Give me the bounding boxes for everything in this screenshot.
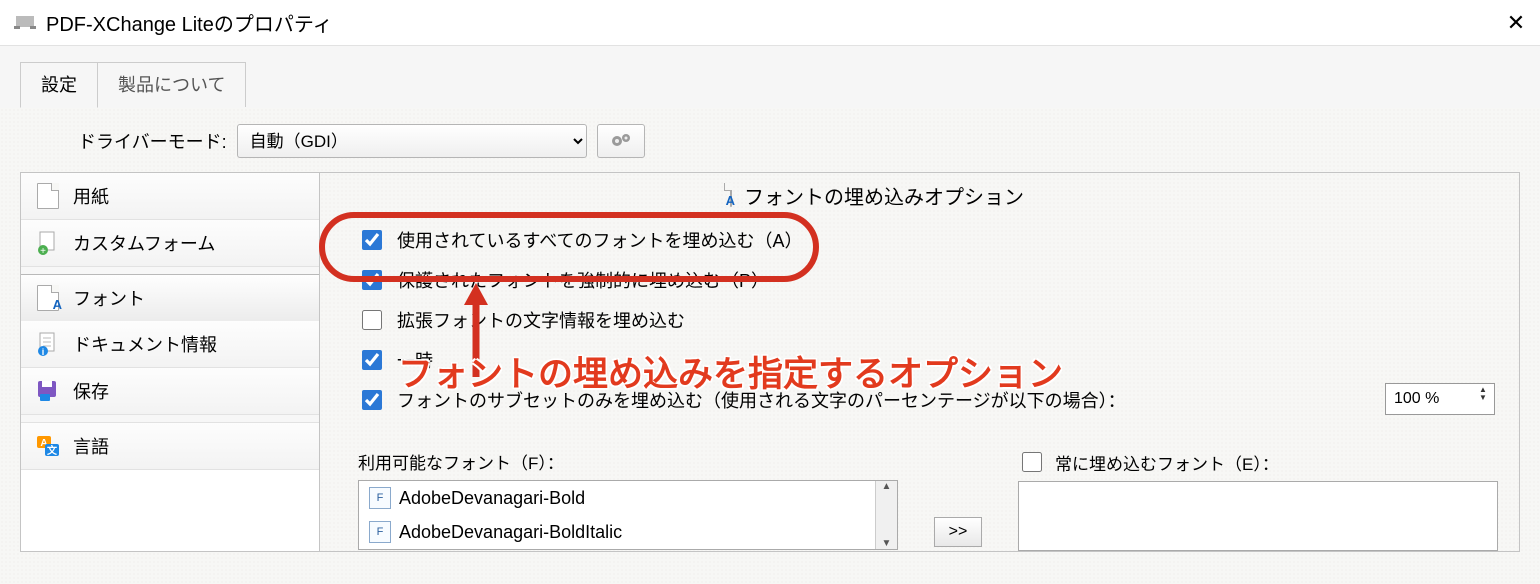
driver-mode-row: ドライバーモード: 自動（GDI） xyxy=(20,114,1520,172)
app-icon xyxy=(14,14,36,32)
sidebar-item-fonts[interactable]: A フォント xyxy=(20,274,320,322)
svg-text:+: + xyxy=(40,246,46,256)
sidebar-item-label: カスタムフォーム xyxy=(73,230,215,256)
sidebar-item-custom-forms[interactable]: + カスタムフォーム xyxy=(21,220,319,267)
subset-percent-wrap: 100 % ▲ ▼ xyxy=(1385,383,1495,415)
check-temp[interactable] xyxy=(362,350,382,370)
close-button[interactable]: ✕ xyxy=(1500,7,1532,39)
check-subset-row: フォントのサブセットのみを埋め込む（使用される文字のパーセンテージが以下の場合）… xyxy=(358,380,1519,420)
sidebar-item-doc-info[interactable]: i ドキュメント情報 xyxy=(21,321,319,368)
paper-icon xyxy=(35,183,61,209)
check-extended-info[interactable] xyxy=(362,310,382,330)
available-fonts-column: 利用可能なフォント（F）： F AdobeDevanagari-Bold F A… xyxy=(358,449,898,551)
check-label: フォントのサブセットのみを埋め込む（使用される文字のパーセンテージが以下の場合）… xyxy=(397,387,1126,413)
spinner-down-icon[interactable]: ▼ xyxy=(1474,394,1492,402)
sidebar-item-paper[interactable]: 用紙 xyxy=(21,173,319,220)
font-icon: A xyxy=(730,184,732,207)
always-embed-list[interactable] xyxy=(1018,481,1498,551)
tab-about[interactable]: 製品について xyxy=(97,62,246,107)
svg-text:i: i xyxy=(42,347,45,357)
font-file-icon: F xyxy=(369,521,391,543)
check-subset[interactable] xyxy=(362,390,382,410)
gear-icon xyxy=(609,131,633,151)
check-temp-row: 一時 xyxy=(358,340,1519,380)
subset-percent-input[interactable]: 100 % ▲ ▼ xyxy=(1385,383,1495,415)
window-title: PDF-XChange Liteのプロパティ xyxy=(46,8,333,37)
tab-strip: 設定 製品について xyxy=(0,46,1540,107)
move-right-button[interactable]: >> xyxy=(934,517,982,547)
fonts-settings-panel: A フォントの埋め込みオプション 使用されているすべてのフォントを埋め込む（A）… xyxy=(320,172,1520,552)
panel-header: A フォントの埋め込みオプション xyxy=(320,173,1519,220)
title-bar: PDF-XChange Liteのプロパティ ✕ xyxy=(0,0,1540,46)
check-force-protected[interactable] xyxy=(362,270,382,290)
always-embed-column: 常に埋め込むフォント（E）： xyxy=(1018,449,1498,551)
sidebar-item-label: フォント xyxy=(73,285,145,311)
save-icon xyxy=(35,378,61,404)
available-fonts-label: 利用可能なフォント（F）： xyxy=(358,449,898,480)
tab-settings[interactable]: 設定 xyxy=(20,62,98,108)
move-buttons: >> xyxy=(934,517,982,551)
sidebar-item-save[interactable]: 保存 xyxy=(21,368,319,415)
scrollbar[interactable]: ▲▼ xyxy=(875,481,897,549)
check-always-embed-header[interactable] xyxy=(1022,452,1042,472)
subset-percent-value: 100 % xyxy=(1394,390,1439,408)
check-label: 使用されているすべてのフォントを埋め込む（A） xyxy=(397,227,802,253)
check-embed-all[interactable] xyxy=(362,230,382,250)
svg-text:文: 文 xyxy=(47,444,58,457)
doc-info-icon: i xyxy=(35,331,61,357)
check-label: 保護されたフォントを強制的に埋め込む（P） xyxy=(397,267,769,293)
always-embed-label: 常に埋め込むフォント（E）： xyxy=(1055,450,1279,475)
available-fonts-list[interactable]: F AdobeDevanagari-Bold F AdobeDevanagari… xyxy=(358,480,898,550)
language-icon: A文 xyxy=(35,433,61,459)
custom-form-icon: + xyxy=(35,230,61,256)
font-icon: A xyxy=(35,285,61,311)
settings-sidebar: 用紙 + カスタムフォーム A フォント i ドキュメント xyxy=(20,172,320,552)
driver-mode-label: ドライバーモード: xyxy=(78,128,227,154)
check-embed-all-row: 使用されているすべてのフォントを埋め込む（A） xyxy=(358,220,1519,260)
driver-mode-select[interactable]: 自動（GDI） xyxy=(237,124,587,158)
driver-mode-gear-button[interactable] xyxy=(597,124,645,158)
check-label: 一時 xyxy=(397,347,433,373)
check-extended-info-row: 拡張フォントの文字情報を埋め込む xyxy=(358,300,1519,340)
font-name: AdobeDevanagari-Bold xyxy=(399,488,585,509)
sidebar-item-language[interactable]: A文 言語 xyxy=(21,423,319,470)
sidebar-item-label: ドキュメント情報 xyxy=(73,331,217,357)
sidebar-item-label: 用紙 xyxy=(73,183,109,209)
list-item[interactable]: F AdobeDevanagari-BoldItalic xyxy=(359,515,897,549)
sidebar-item-label: 保存 xyxy=(73,378,109,404)
font-file-icon: F xyxy=(369,487,391,509)
check-force-protected-row: 保護されたフォントを強制的に埋め込む（P） xyxy=(358,260,1519,300)
sidebar-item-label: 言語 xyxy=(73,433,109,459)
list-item[interactable]: F AdobeDevanagari-Bold xyxy=(359,481,897,515)
check-label: 拡張フォントの文字情報を埋め込む xyxy=(397,307,685,333)
panel-title: フォントの埋め込みオプション xyxy=(744,181,1024,210)
font-name: AdobeDevanagari-BoldItalic xyxy=(399,522,622,543)
